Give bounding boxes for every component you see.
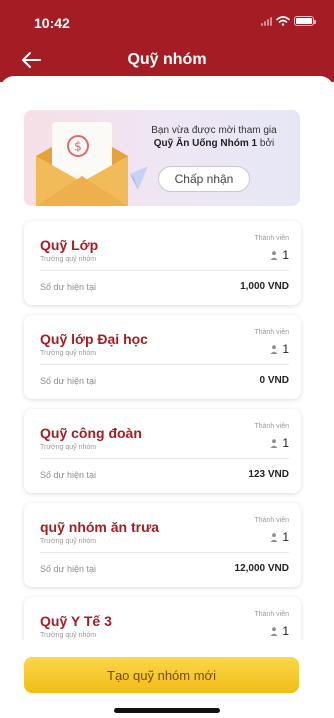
balance-value: 1,000 VND	[240, 281, 289, 292]
balance-label: Số dư hiện tại	[40, 282, 97, 292]
members-count: 1	[270, 436, 289, 450]
balance-value: 0 VND	[259, 375, 289, 386]
person-icon	[270, 626, 278, 636]
card-divider	[40, 552, 289, 553]
card-divider	[40, 458, 289, 459]
invite-by-text: bởi	[257, 138, 275, 149]
person-icon	[270, 250, 278, 260]
page-title: Quỹ nhóm	[127, 51, 207, 68]
invite-group-name: Quỹ Ăn Uống Nhóm 1	[153, 138, 258, 149]
fund-role: Trưởng quỹ nhóm	[40, 632, 97, 639]
wifi-icon	[276, 16, 290, 26]
battery-icon	[294, 16, 316, 26]
members-label: Thành viên	[254, 517, 289, 524]
person-icon	[270, 438, 278, 448]
card-divider	[40, 270, 289, 271]
fund-name: Quỹ Y Tế 3	[40, 613, 112, 629]
fund-name: Quỹ công đoàn	[40, 425, 142, 441]
balance-label: Số dư hiện tại	[40, 470, 97, 480]
accept-invite-button[interactable]: Chấp nhận	[158, 166, 250, 192]
balance-label: Số dư hiện tại	[40, 376, 97, 386]
members-label: Thành viên	[254, 611, 289, 618]
fund-role: Trưởng quỹ nhóm	[40, 538, 97, 545]
invite-line-2: Quỹ Ăn Uống Nhóm 1 bởi	[134, 137, 294, 150]
app-header: 10:42 Quỹ nhóm	[0, 0, 334, 82]
invite-line-1: Bạn vừa được mời tham gia	[151, 125, 277, 136]
fund-name: Quỹ lớp Đại học	[40, 331, 148, 347]
balance-value: 123 VND	[248, 469, 289, 480]
members-label: Thành viên	[254, 235, 289, 242]
fund-card[interactable]: Quỹ lớp Đại học Trưởng quỹ nhóm Thành vi…	[24, 315, 301, 399]
members-count: 1	[270, 248, 289, 262]
fund-name: quỹ nhóm ăn trưa	[40, 519, 160, 535]
svg-text:$: $	[74, 140, 82, 154]
fund-card[interactable]: quỹ nhóm ăn trưa Trưởng quỹ nhóm Thành v…	[24, 503, 301, 587]
fund-card[interactable]: Quỹ công đoàn Trưởng quỹ nhóm Thành viên…	[24, 409, 301, 493]
members-value: 1	[282, 342, 289, 356]
person-icon	[270, 532, 278, 542]
status-time: 10:42	[34, 15, 70, 31]
fund-role: Trưởng quỹ nhóm	[40, 256, 97, 263]
signal-icon	[261, 16, 272, 26]
members-value: 1	[282, 248, 289, 262]
members-count: 1	[270, 342, 289, 356]
fund-card[interactable]: Quỹ Lớp Trưởng quỹ nhóm Thành viên 1 Số …	[24, 221, 301, 305]
person-icon	[270, 344, 278, 354]
fund-role: Trưởng quỹ nhóm	[40, 444, 97, 451]
fund-role: Trưởng quỹ nhóm	[40, 350, 97, 357]
members-value: 1	[282, 530, 289, 544]
status-icons	[261, 16, 316, 26]
balance-label: Số dư hiện tại	[40, 564, 97, 574]
members-count: 1	[270, 624, 289, 638]
nav-bar: Quỹ nhóm	[0, 44, 334, 76]
envelope-illustration-icon: $	[36, 122, 148, 206]
members-label: Thành viên	[254, 423, 289, 430]
status-bar: 10:42	[0, 0, 334, 40]
members-value: 1	[282, 624, 289, 638]
members-value: 1	[282, 436, 289, 450]
members-count: 1	[270, 530, 289, 544]
members-label: Thành viên	[254, 329, 289, 336]
invite-banner: $ Bạn vừa được mời tham gia Quỹ Ăn Uống …	[24, 110, 300, 206]
create-fund-button[interactable]: Tạo quỹ nhóm mới	[24, 657, 299, 693]
home-indicator	[114, 708, 220, 713]
invite-message: Bạn vừa được mời tham gia Quỹ Ăn Uống Nh…	[134, 124, 294, 150]
balance-value: 12,000 VND	[234, 563, 289, 574]
fund-name: Quỹ Lớp	[40, 237, 99, 253]
card-divider	[40, 364, 289, 365]
